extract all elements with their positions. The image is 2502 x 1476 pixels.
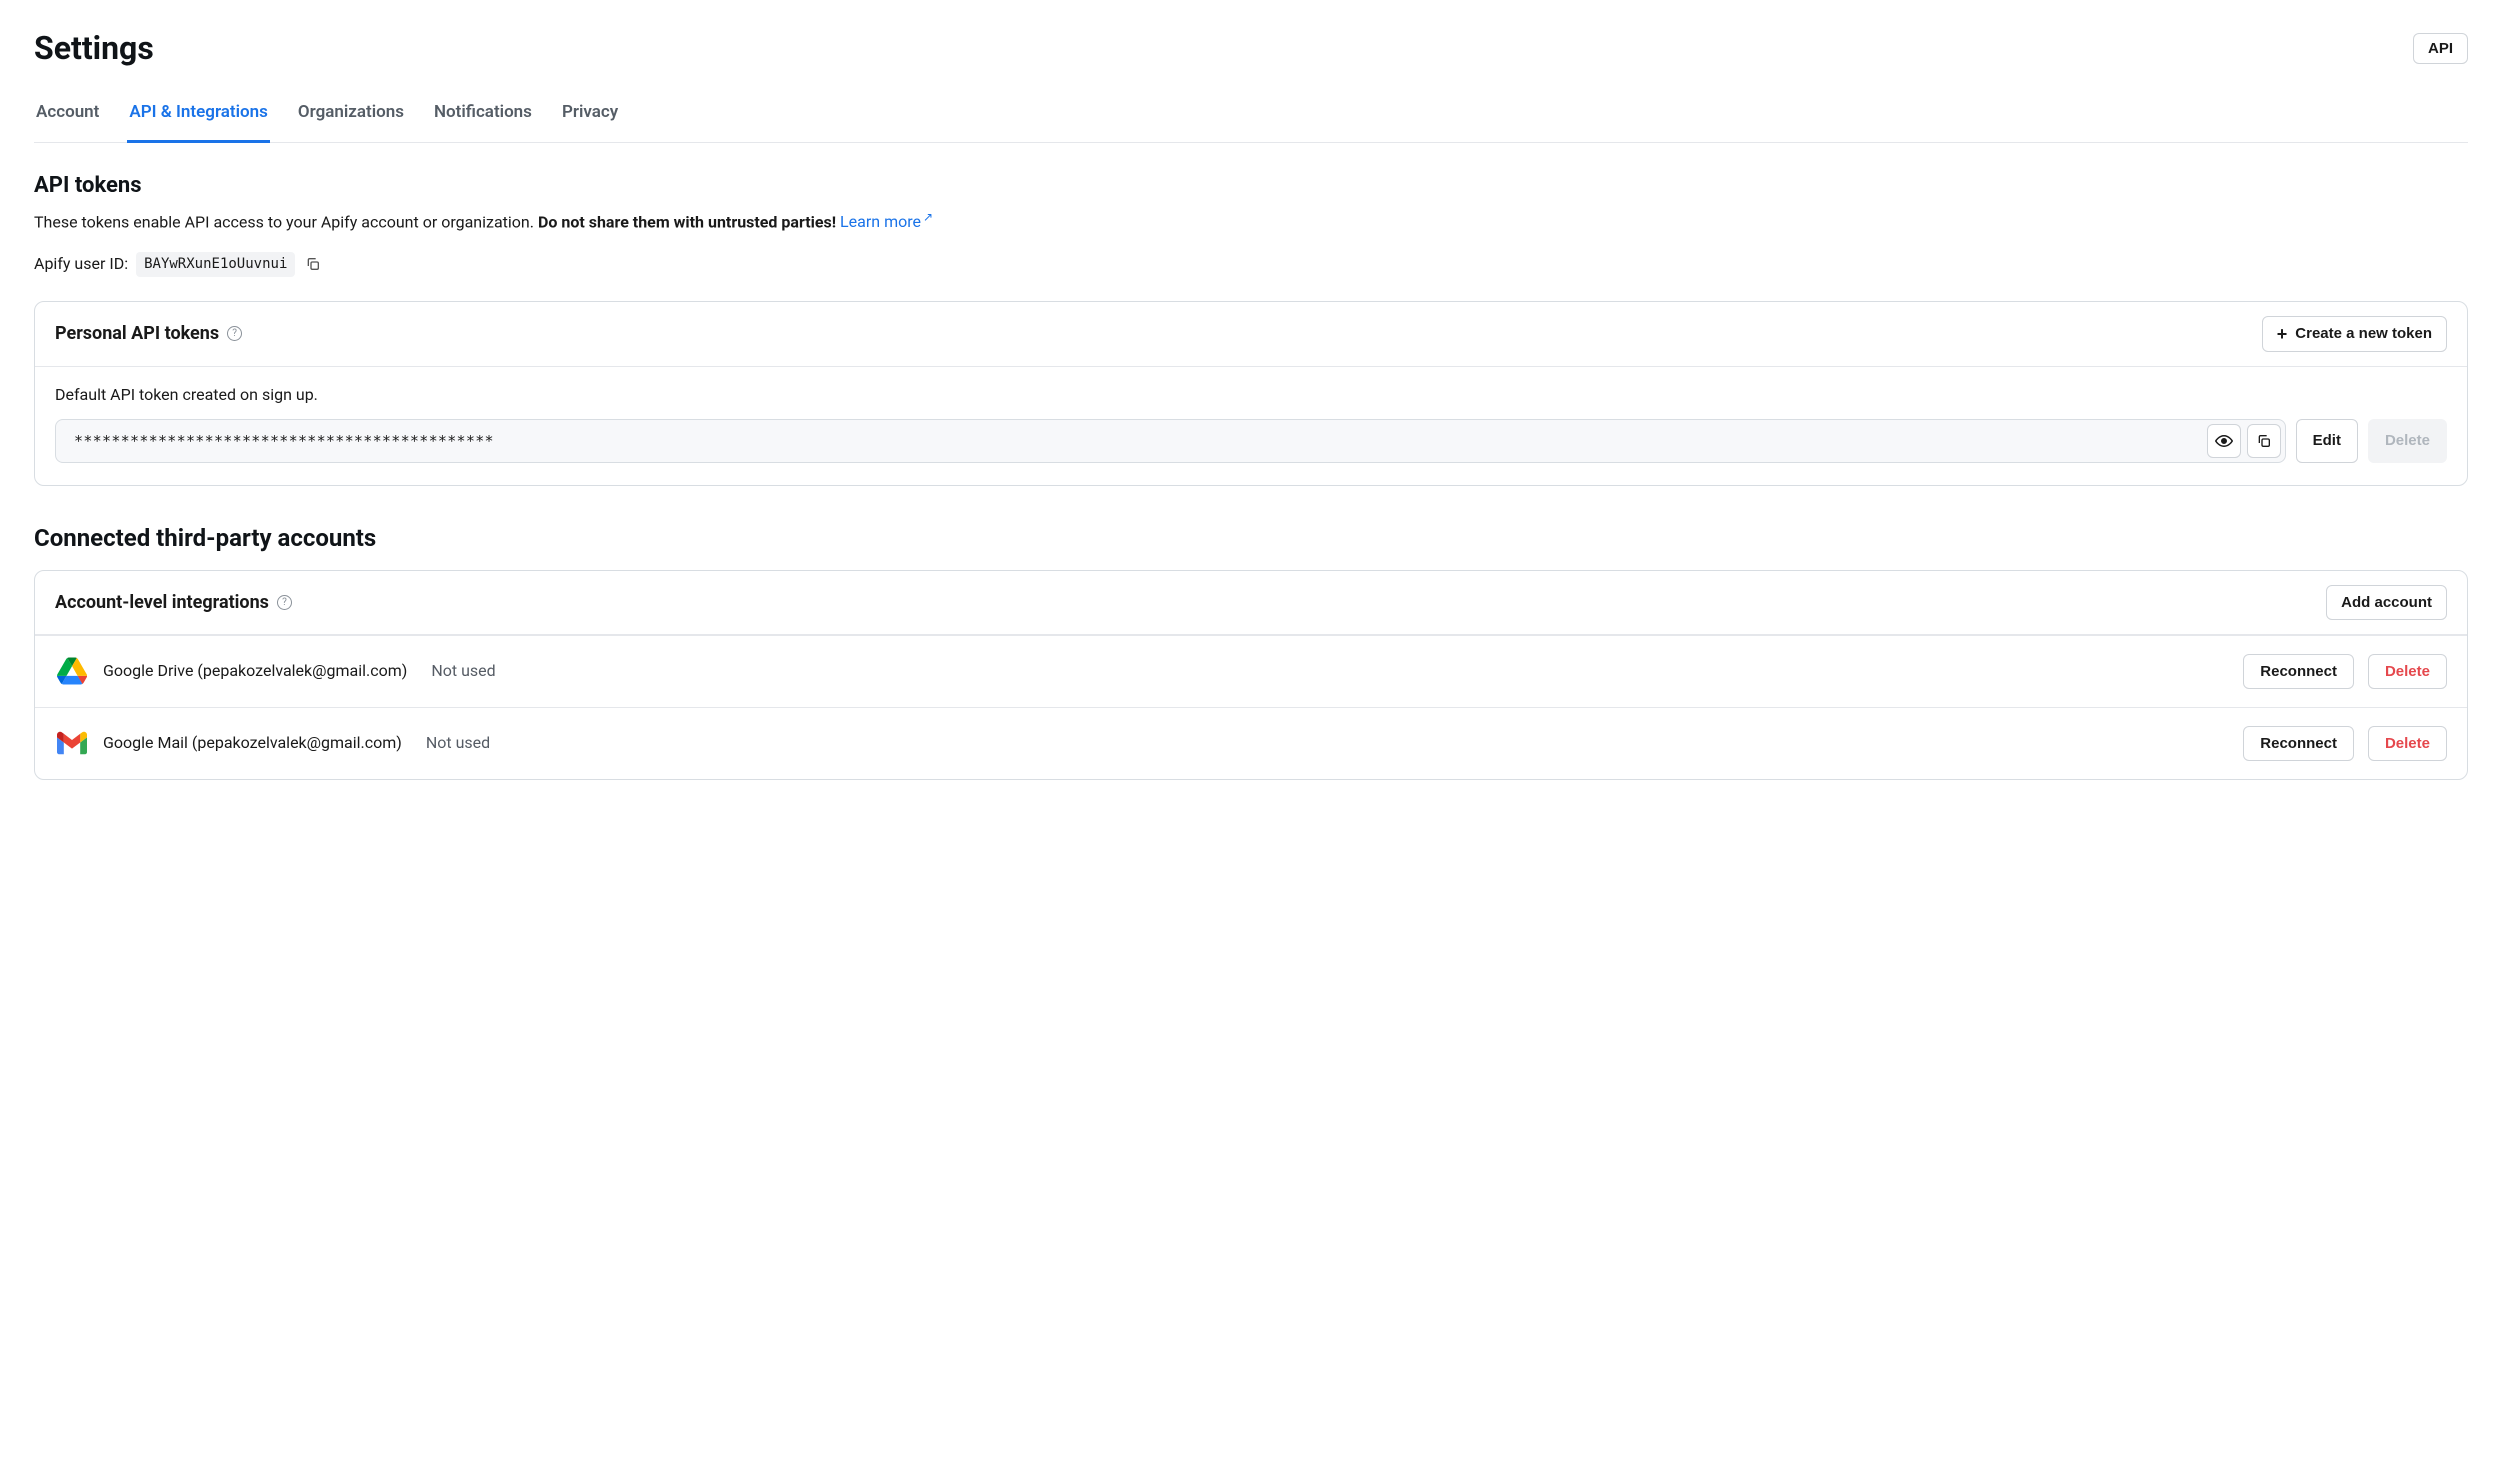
- integration-status: Not used: [426, 731, 490, 755]
- token-field: ****************************************…: [55, 419, 2286, 463]
- integration-status: Not used: [431, 659, 495, 683]
- plus-icon: +: [2277, 325, 2288, 343]
- eye-icon: [2215, 432, 2233, 450]
- google-drive-icon: [55, 654, 89, 688]
- reconnect-button[interactable]: Reconnect: [2243, 726, 2354, 761]
- learn-more-link[interactable]: Learn more↗: [840, 212, 933, 231]
- tab-api-integrations[interactable]: API & Integrations: [127, 90, 270, 143]
- tab-notifications[interactable]: Notifications: [432, 90, 534, 143]
- help-icon[interactable]: ?: [227, 326, 242, 341]
- integration-label: Google Drive (pepakozelvalek@gmail.com): [103, 659, 407, 683]
- default-token-label: Default API token created on sign up.: [55, 383, 2447, 407]
- api-tokens-desc: These tokens enable API access to your A…: [34, 208, 2468, 234]
- learn-more-text: Learn more: [840, 212, 921, 231]
- external-link-icon: ↗: [923, 210, 933, 224]
- account-integrations-heading: Account-level integrations: [55, 589, 269, 616]
- tab-privacy[interactable]: Privacy: [560, 90, 620, 143]
- add-account-button[interactable]: Add account: [2326, 585, 2447, 620]
- delete-integration-button[interactable]: Delete: [2368, 726, 2447, 761]
- token-masked-value: ****************************************…: [74, 430, 2201, 453]
- integration-row: Google Mail (pepakozelvalek@gmail.com) N…: [35, 707, 2467, 779]
- page-title: Settings: [34, 24, 154, 72]
- tab-account[interactable]: Account: [34, 90, 101, 143]
- integration-row: Google Drive (pepakozelvalek@gmail.com) …: [35, 635, 2467, 707]
- copy-icon: [305, 256, 321, 272]
- api-tokens-desc-text: These tokens enable API access to your A…: [34, 212, 538, 231]
- api-tokens-heading: API tokens: [34, 169, 2468, 202]
- delete-integration-button[interactable]: Delete: [2368, 654, 2447, 689]
- delete-token-button: Delete: [2368, 419, 2447, 463]
- personal-api-tokens-card: Personal API tokens ? + Create a new tok…: [34, 301, 2468, 486]
- copy-icon: [2256, 433, 2272, 449]
- edit-token-button[interactable]: Edit: [2296, 419, 2358, 463]
- help-icon[interactable]: ?: [277, 595, 292, 610]
- connected-heading: Connected third-party accounts: [34, 520, 2468, 556]
- create-token-label: Create a new token: [2295, 325, 2432, 342]
- create-token-button[interactable]: + Create a new token: [2262, 316, 2447, 352]
- copy-user-id-button[interactable]: [303, 254, 323, 274]
- google-mail-icon: [55, 726, 89, 760]
- settings-tabs: Account API & Integrations Organizations…: [34, 90, 2468, 143]
- personal-tokens-heading: Personal API tokens: [55, 320, 219, 347]
- reveal-token-button[interactable]: [2207, 424, 2241, 458]
- copy-token-button[interactable]: [2247, 424, 2281, 458]
- user-id-value: BAYwRXunE1oUuvnui: [136, 252, 295, 277]
- api-tokens-desc-strong: Do not share them with untrusted parties…: [538, 212, 836, 231]
- tab-organizations[interactable]: Organizations: [296, 90, 406, 143]
- reconnect-button[interactable]: Reconnect: [2243, 654, 2354, 689]
- integration-label: Google Mail (pepakozelvalek@gmail.com): [103, 731, 402, 755]
- api-button[interactable]: API: [2413, 33, 2468, 64]
- user-id-label: Apify user ID:: [34, 252, 128, 276]
- account-integrations-card: Account-level integrations ? Add account…: [34, 570, 2468, 780]
